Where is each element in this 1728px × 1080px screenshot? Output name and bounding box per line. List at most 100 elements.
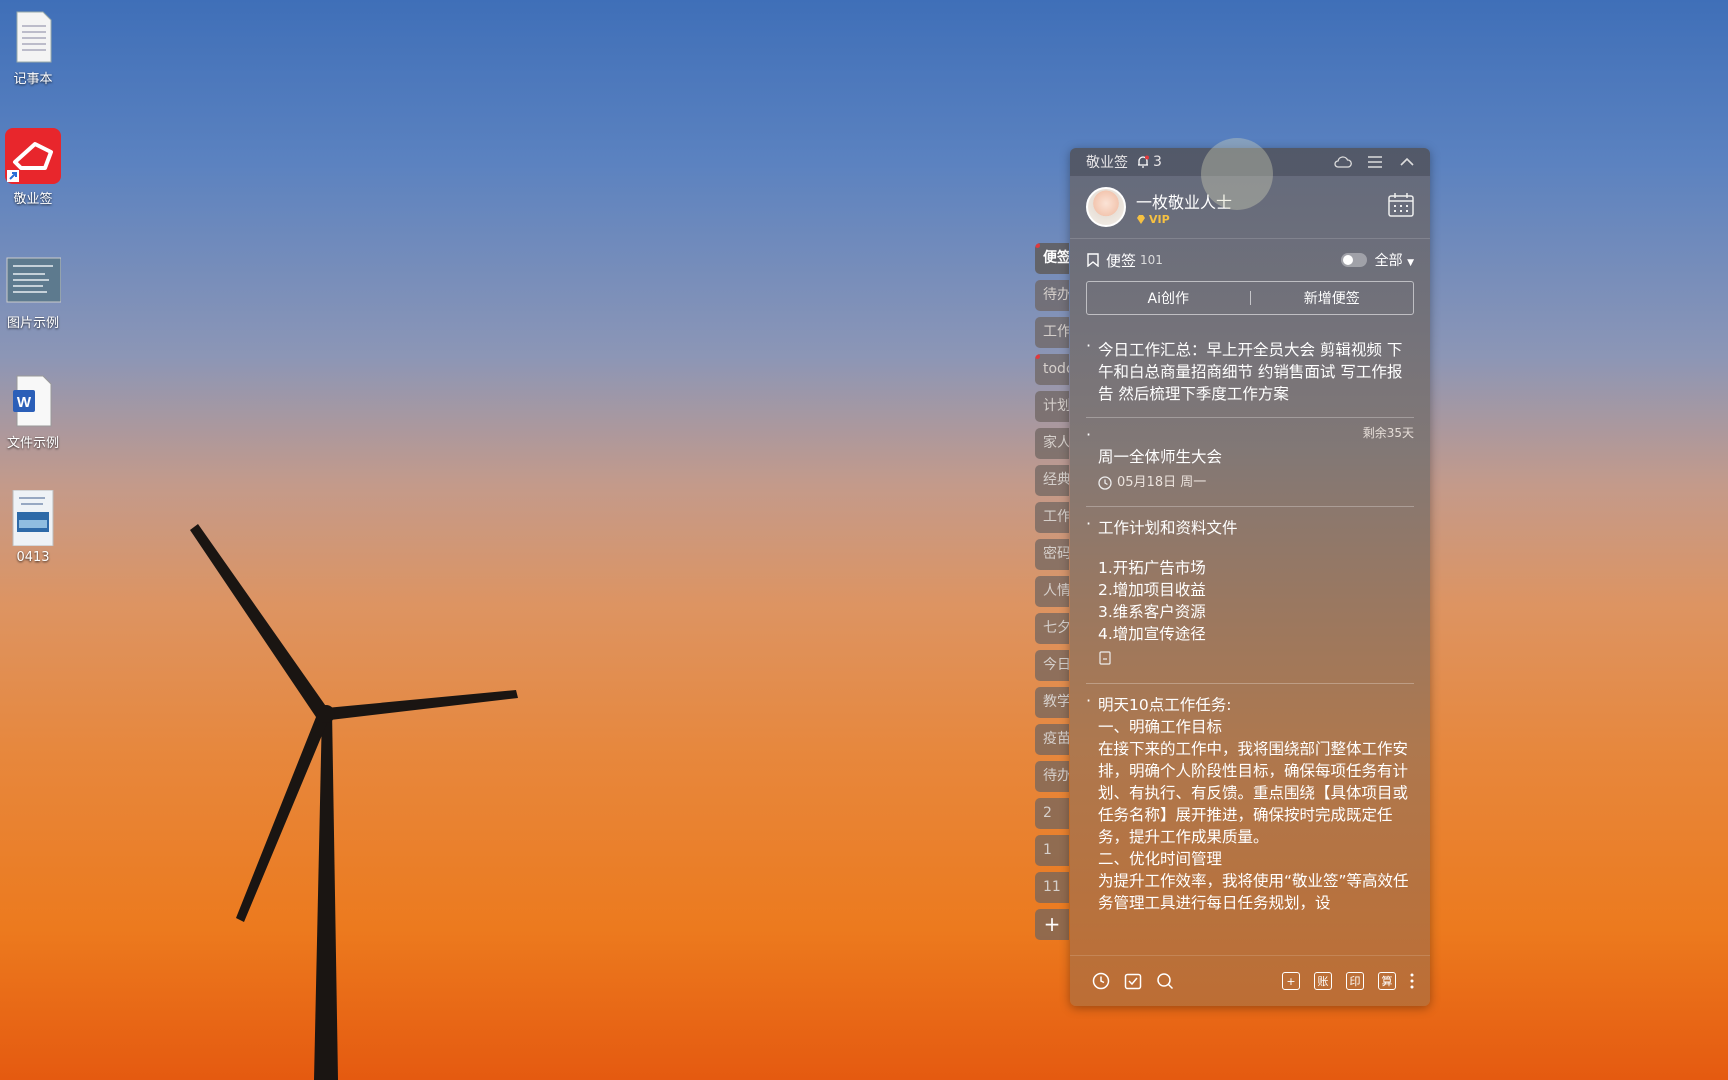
tab-jingdian[interactable]: 经典 bbox=[1035, 465, 1069, 496]
menu-button[interactable] bbox=[1366, 153, 1384, 171]
collapse-button[interactable] bbox=[1398, 153, 1416, 171]
add-tab-button[interactable]: + bbox=[1035, 909, 1069, 940]
cursor-highlight bbox=[1201, 138, 1273, 210]
tab-label: 家人 bbox=[1043, 435, 1069, 451]
avatar[interactable] bbox=[1086, 187, 1126, 227]
tab-jiaren[interactable]: 家人 bbox=[1035, 428, 1069, 459]
tab-1[interactable]: 1 bbox=[1035, 835, 1069, 866]
tab-label: 教学 bbox=[1043, 694, 1069, 710]
desktop-icon-word-sample[interactable]: W 文件示例 bbox=[0, 372, 66, 451]
note-line: 二、优化时间管理 bbox=[1098, 850, 1223, 868]
tab-yimiao[interactable]: 疫苗 bbox=[1035, 724, 1069, 755]
note-text: 今日工作汇总：早上开全员大会 剪辑视频 下午和白总商量招商细节 约销售面试 写工… bbox=[1098, 341, 1403, 403]
note-panel: 敬业签 3 一枚敬业人士 VIP 便签 101 全部 ▼ Ai创作 新增便签 ·… bbox=[1070, 148, 1430, 1006]
desktop-icon-image-sample[interactable]: 图片示例 bbox=[0, 252, 66, 331]
tab-label: 待办 bbox=[1043, 768, 1069, 784]
filter-dropdown[interactable]: 全部 ▼ bbox=[1375, 250, 1414, 270]
tab-label: todo bbox=[1043, 361, 1069, 377]
tab-label: 计划 bbox=[1043, 398, 1069, 414]
bell-icon bbox=[1138, 155, 1149, 168]
tab-qixi[interactable]: 七夕 bbox=[1035, 613, 1069, 644]
notes-count: 101 bbox=[1140, 253, 1163, 267]
word-document-icon: W bbox=[5, 372, 61, 428]
completed-button[interactable] bbox=[1122, 970, 1144, 992]
desktop-icon-0413[interactable]: 0413 bbox=[0, 489, 66, 565]
note-item[interactable]: 工作计划和资料文件 1.开拓广告市场 2.增加项目收益 3.维系客户资源 4.增… bbox=[1086, 507, 1414, 684]
tab-label: 2 bbox=[1043, 805, 1052, 821]
note-line: 1.开拓广告市场 bbox=[1098, 559, 1206, 577]
windmill-silhouette bbox=[190, 524, 518, 1080]
tab-jinri[interactable]: 今日 bbox=[1035, 650, 1069, 681]
attachment-icon[interactable] bbox=[1098, 649, 1414, 671]
desktop-icon-jingyeqian[interactable]: 敬业签 bbox=[0, 128, 66, 207]
tab-bianqian[interactable]: 便签 bbox=[1035, 243, 1069, 274]
tab-label: 工作 bbox=[1043, 324, 1069, 340]
view-toggle[interactable] bbox=[1340, 253, 1367, 267]
tab-11[interactable]: 11 bbox=[1035, 872, 1069, 903]
tab-gongzuo-2[interactable]: 工作 bbox=[1035, 502, 1069, 533]
tab-mima[interactable]: 密码 bbox=[1035, 539, 1069, 570]
calendar-button[interactable] bbox=[1388, 193, 1414, 221]
clock-icon bbox=[1098, 476, 1112, 490]
tab-todo[interactable]: todo bbox=[1035, 354, 1069, 385]
note-title: 工作计划和资料文件 bbox=[1098, 519, 1238, 537]
tab-jihua[interactable]: 计划 bbox=[1035, 391, 1069, 422]
tab-label: 便签 bbox=[1043, 250, 1069, 266]
desktop-icon-label: 文件示例 bbox=[6, 436, 59, 451]
calculator-button[interactable]: 算 bbox=[1376, 970, 1398, 992]
vip-badge: VIP bbox=[1136, 213, 1232, 226]
bottom-toolbar: + 账 印 算 bbox=[1070, 955, 1430, 1006]
print-button[interactable]: 印 bbox=[1344, 970, 1366, 992]
notes-header: 便签 101 全部 ▼ bbox=[1070, 239, 1430, 281]
category-tabs: 便签 待办 工作 todo 计划 家人 经典 工作 密码 人情 七夕 今日 教学… bbox=[1035, 243, 1070, 946]
more-vertical-icon bbox=[1410, 973, 1414, 989]
plus-icon: + bbox=[1043, 912, 1061, 936]
tab-label: 11 bbox=[1043, 879, 1061, 895]
notes-label: 便签 bbox=[1106, 251, 1137, 270]
bookmark-icon bbox=[1087, 253, 1099, 267]
tab-2[interactable]: 2 bbox=[1035, 798, 1069, 829]
plus-icon: + bbox=[1282, 972, 1300, 990]
desktop-icon-label: 图片示例 bbox=[6, 316, 59, 331]
desktop-icon-label: 敬业签 bbox=[13, 192, 53, 207]
app-title: 敬业签 bbox=[1086, 155, 1128, 171]
note-line: 为提升工作效率，我将使用“敬业签”等高效任务管理工具进行每日任务规划，设 bbox=[1098, 872, 1409, 912]
print-label: 印 bbox=[1346, 972, 1364, 990]
notification-button[interactable]: 3 bbox=[1136, 154, 1162, 170]
account-button[interactable]: 账 bbox=[1312, 970, 1334, 992]
note-title: 周一全体师生大会 bbox=[1098, 448, 1223, 466]
ai-create-button[interactable]: Ai创作 bbox=[1087, 288, 1250, 308]
tab-label: 1 bbox=[1043, 842, 1052, 858]
tab-label: 人情 bbox=[1043, 583, 1069, 599]
remaining-days: 剩余35天 bbox=[1362, 426, 1414, 440]
notes-list: 今日工作汇总：早上开全员大会 剪辑视频 下午和白总商量招商细节 约销售面试 写工… bbox=[1070, 315, 1430, 939]
desktop-icon-label: 0413 bbox=[16, 550, 50, 565]
tab-daiban[interactable]: 待办 bbox=[1035, 280, 1069, 311]
tab-label: 疫苗 bbox=[1043, 731, 1069, 747]
note-item[interactable]: 今日工作汇总：早上开全员大会 剪辑视频 下午和白总商量招商细节 约销售面试 写工… bbox=[1086, 329, 1414, 418]
unread-dot bbox=[1035, 243, 1040, 248]
more-button[interactable] bbox=[1408, 970, 1416, 992]
presentation-thumbnail-icon bbox=[5, 489, 61, 547]
tab-label: 经典 bbox=[1043, 472, 1069, 488]
desktop-icon-label: 记事本 bbox=[13, 72, 53, 87]
tab-jiaoxue[interactable]: 教学 bbox=[1035, 687, 1069, 718]
search-button[interactable] bbox=[1154, 970, 1176, 992]
note-item[interactable]: 剩余35天 周一全体师生大会 05月18日 周一 bbox=[1086, 418, 1414, 507]
tab-gongzuo[interactable]: 工作 bbox=[1035, 317, 1069, 348]
calendar-icon bbox=[1388, 193, 1414, 217]
desktop-icon-notepad[interactable]: 记事本 bbox=[0, 8, 66, 87]
cloud-sync-button[interactable] bbox=[1334, 153, 1352, 171]
unread-dot bbox=[1035, 354, 1040, 359]
note-item[interactable]: 明天10点工作任务: 一、明确工作目标 在接下来的工作中，我将围绕部门整体工作安… bbox=[1086, 684, 1414, 926]
tab-daiban-2[interactable]: 待办 bbox=[1035, 761, 1069, 792]
note-line: 在接下来的工作中，我将围绕部门整体工作安排，明确个人阶段性目标，确保每项任务有计… bbox=[1098, 740, 1409, 846]
add-button[interactable]: + bbox=[1280, 970, 1302, 992]
reminder-button[interactable] bbox=[1090, 970, 1112, 992]
menu-icon bbox=[1368, 156, 1382, 168]
image-thumbnail-icon bbox=[5, 252, 62, 308]
tab-label: 密码 bbox=[1043, 546, 1069, 562]
note-line: 明天10点工作任务: bbox=[1098, 696, 1232, 714]
tab-renqing[interactable]: 人情 bbox=[1035, 576, 1069, 607]
new-note-button[interactable]: 新增便签 bbox=[1251, 288, 1414, 308]
